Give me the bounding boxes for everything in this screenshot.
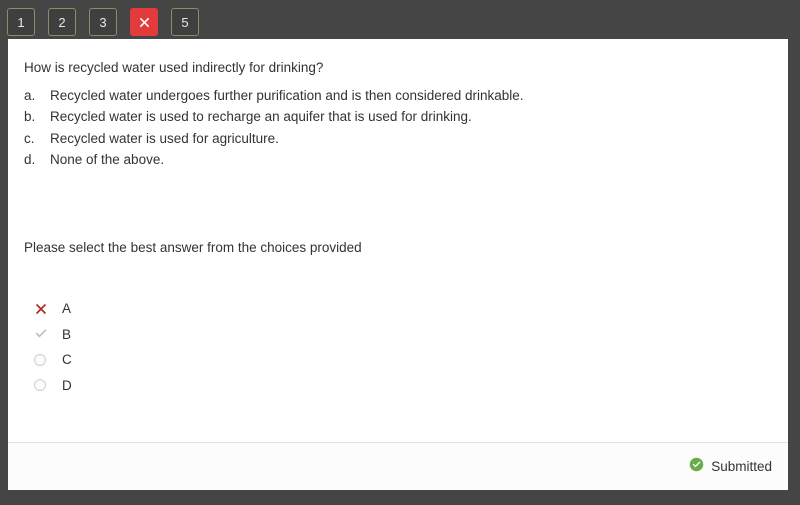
choice-text: Recycled water undergoes further purific… [50,87,524,103]
choice-item: c. Recycled water is used for agricultur… [24,128,772,149]
answer-option-list: A B C D [32,296,772,398]
choice-item: d. None of the above. [24,149,772,170]
tab-question-4-incorrect[interactable] [130,8,158,36]
status-badge: Submitted [689,457,772,477]
question-body: How is recycled water used indirectly fo… [8,39,788,398]
answer-option-label: A [62,301,72,317]
tab-label: 5 [181,14,189,30]
choice-text: None of the above. [50,151,165,167]
choice-list: a. Recycled water undergoes further puri… [24,85,772,170]
choice-item: b. Recycled water is used to recharge an… [24,106,772,127]
choice-letter: a. [24,87,36,103]
instruction-text: Please select the best answer from the c… [24,240,362,256]
question-prompt: How is recycled water used indirectly fo… [24,60,324,75]
answer-option-label: B [62,326,72,342]
tab-label: 1 [17,14,25,30]
tab-label: 3 [99,14,107,30]
answer-option-a[interactable]: A [32,296,772,322]
tab-question-1[interactable]: 1 [7,8,35,36]
choice-item: a. Recycled water undergoes further puri… [24,85,772,106]
choice-text: Recycled water is used for agriculture. [50,130,279,146]
answer-option-d[interactable]: D [32,373,772,399]
answer-option-c[interactable]: C [32,347,772,373]
card-footer: Submitted [8,442,788,490]
status-label: Submitted [711,459,772,474]
check-mark-icon [32,327,62,341]
choice-letter: d. [24,151,36,167]
question-tab-strip: 1 2 3 5 [0,0,212,44]
tab-question-2[interactable]: 2 [48,8,76,36]
x-mark-icon [32,302,62,316]
tab-label: 2 [58,14,66,30]
check-circle-icon [689,457,704,477]
question-card: How is recycled water used indirectly fo… [8,39,788,490]
choice-text: Recycled water is used to recharge an aq… [50,109,472,125]
choice-letter: c. [24,130,35,146]
radio-empty-icon [32,379,62,392]
choice-letter: b. [24,109,36,125]
tab-question-3[interactable]: 3 [89,8,117,36]
answer-option-b[interactable]: B [32,322,772,348]
radio-empty-icon [32,353,62,366]
answer-option-label: D [62,377,72,393]
tab-question-5[interactable]: 5 [171,8,199,36]
answer-option-label: C [62,352,72,368]
x-mark-icon [138,16,151,29]
